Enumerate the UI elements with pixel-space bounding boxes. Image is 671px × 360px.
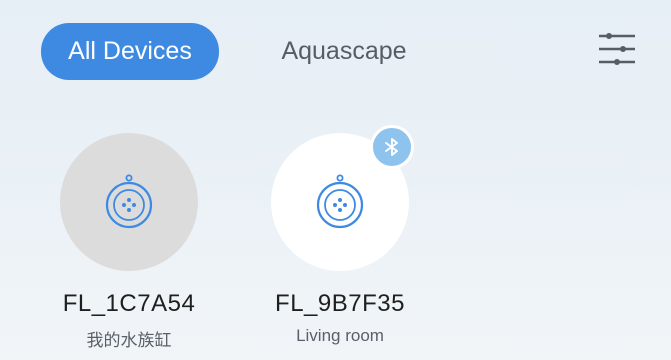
sliders-icon — [599, 33, 635, 65]
device-location: 我的水族缸 — [86, 331, 172, 350]
device-location: Living room — [296, 326, 384, 345]
filter-button[interactable] — [595, 28, 639, 72]
bluetooth-badge — [370, 125, 414, 169]
bluetooth-icon — [385, 138, 398, 156]
tab-all-devices[interactable]: All Devices — [41, 23, 219, 80]
lamp-icon — [316, 174, 364, 229]
tab-aquascape[interactable]: Aquascape — [258, 23, 430, 80]
device-name: FL_9B7F35 — [275, 290, 405, 317]
device-name: FL_1C7A54 — [62, 290, 196, 317]
lamp-icon — [105, 174, 153, 229]
device-fl-1c7a54[interactable] — [60, 133, 198, 271]
